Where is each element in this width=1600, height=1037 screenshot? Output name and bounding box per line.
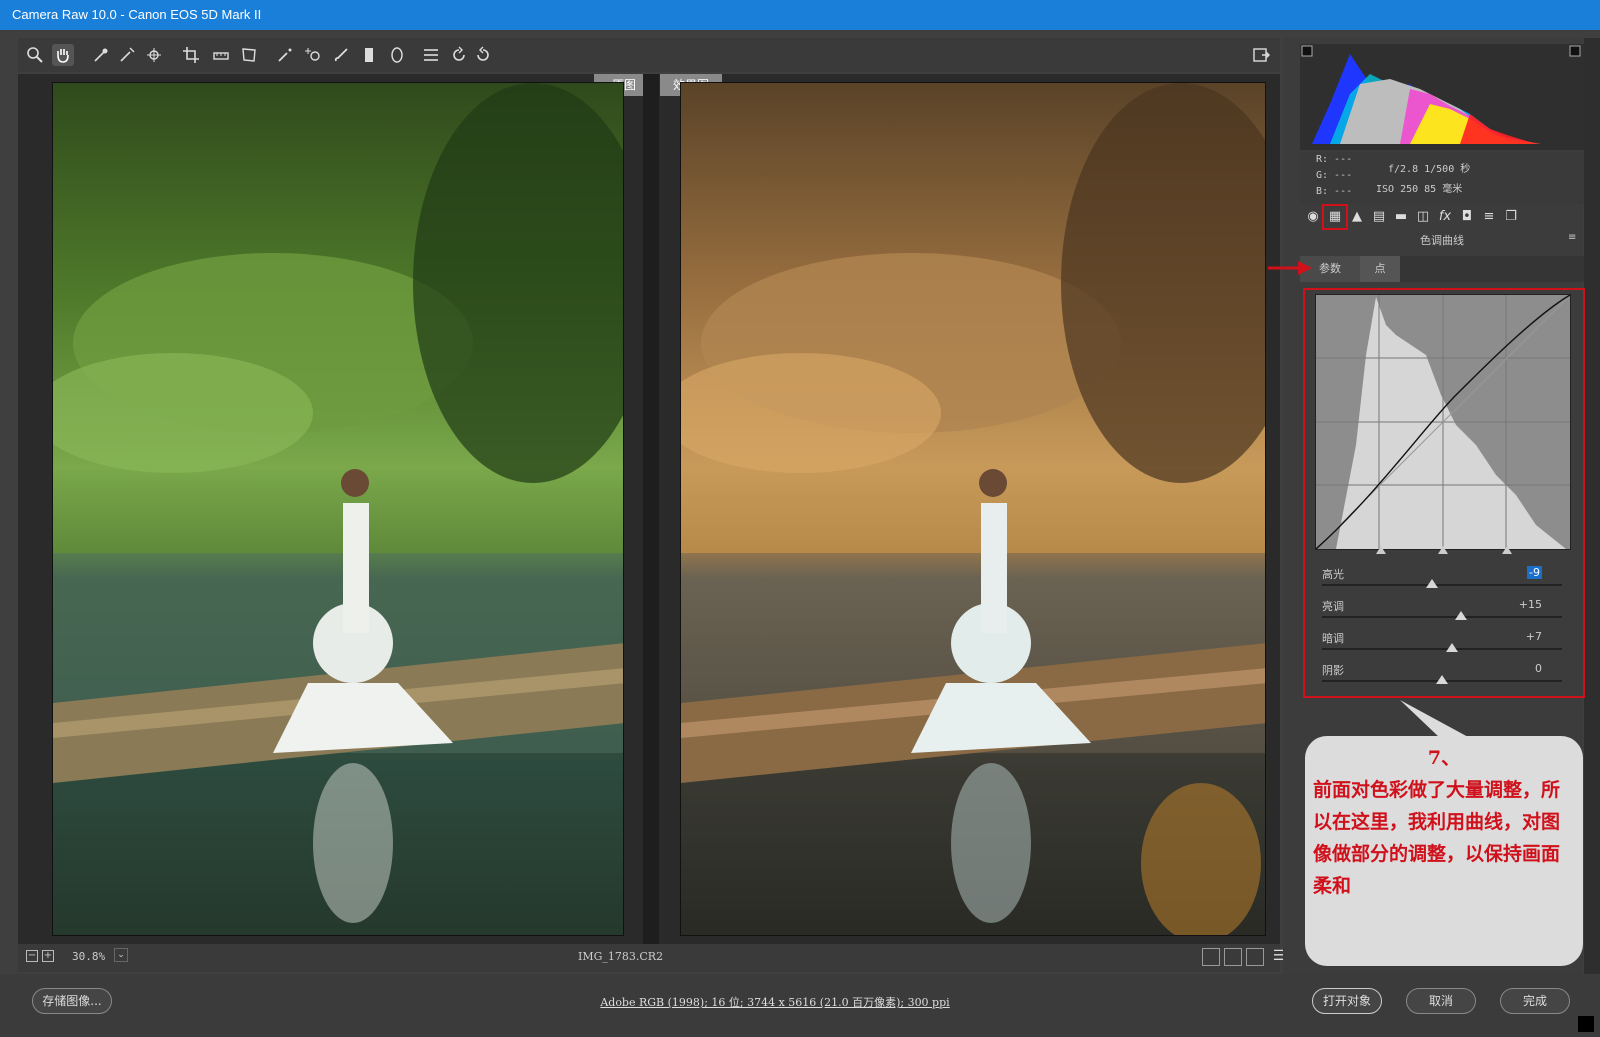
workflow-options-link[interactable]: Adobe RGB (1998); 16 位; 3744 x 5616 (21.… — [400, 994, 1150, 1010]
readout-g: G: --- — [1316, 170, 1353, 181]
camera-readout: R: --- G: --- B: --- f/2.8 1/500 秒 ISO 2… — [1300, 152, 1584, 204]
save-image-button[interactable]: 存储图像... — [32, 988, 112, 1014]
cancel-button[interactable]: 取消 — [1406, 988, 1476, 1014]
fullscreen-toggle-icon[interactable] — [1250, 44, 1272, 66]
rotate-left-icon[interactable] — [448, 44, 470, 66]
tab-point[interactable]: 点 — [1360, 256, 1400, 282]
basic-panel-icon[interactable]: ◉ — [1304, 208, 1322, 226]
exposure-info: f/2.8 1/500 秒 — [1388, 164, 1471, 175]
slider-track[interactable] — [1322, 648, 1562, 650]
slider-label: 阴影 — [1322, 664, 1344, 677]
slider-label: 高光 — [1322, 568, 1344, 581]
readout-r: R: --- — [1316, 154, 1353, 165]
view-mode-icon[interactable] — [1202, 948, 1220, 966]
preview-status-row: − + 30.8% ⌄ IMG_1783.CR2 ☰ — [18, 944, 1285, 972]
preview-divider — [643, 74, 659, 944]
crop-tool-icon[interactable] — [180, 44, 202, 66]
zoom-level[interactable]: 30.8% — [72, 950, 105, 963]
resize-grip-icon[interactable] — [1578, 1016, 1594, 1032]
annotation-note: 7、 前面对色彩做了大量调整，所以在这里，我利用曲线，对图像做部分的调整，以保持… — [1305, 736, 1583, 966]
zoom-tool-icon[interactable] — [24, 44, 46, 66]
zoom-dropdown-icon[interactable]: ⌄ — [114, 948, 128, 962]
spot-removal-icon[interactable] — [274, 44, 296, 66]
graduated-filter-icon[interactable] — [358, 44, 380, 66]
slider-track[interactable] — [1322, 616, 1562, 618]
slider-label: 亮调 — [1322, 600, 1344, 613]
slider-track[interactable] — [1322, 584, 1562, 586]
presets-list-icon[interactable] — [420, 44, 442, 66]
straighten-tool-icon[interactable] — [210, 44, 232, 66]
slider-label: 暗调 — [1322, 632, 1344, 645]
file-name: IMG_1783.CR2 — [578, 950, 664, 963]
panel-scrollbar[interactable] — [1584, 38, 1600, 974]
slider-highlights[interactable]: 高光 -9 — [1322, 566, 1562, 596]
before-image — [52, 82, 624, 936]
bottom-bar: 存储图像... Adobe RGB (1998); 16 位; 3744 x 5… — [0, 974, 1600, 1037]
histogram — [1300, 44, 1584, 150]
slider-darks[interactable]: 暗调 +7 — [1322, 630, 1562, 660]
rotate-right-icon[interactable] — [472, 44, 494, 66]
hsl-panel-icon[interactable]: ▤ — [1370, 208, 1388, 226]
snapshots-panel-icon[interactable]: ❐ — [1502, 208, 1520, 226]
zoom-out-icon[interactable]: − — [26, 950, 38, 962]
color-sampler-icon[interactable] — [116, 44, 138, 66]
slider-thumb[interactable] — [1445, 643, 1458, 652]
targeted-adjust-icon[interactable] — [144, 44, 166, 66]
curve-subtabs: 参数 点 — [1300, 256, 1584, 282]
done-button[interactable]: 完成 — [1500, 988, 1570, 1014]
panel-icons-row: ◉ ▦ ▲ ▤ ▬ ◫ fx ◘ ≡ ❐ — [1300, 204, 1584, 230]
window-title: Camera Raw 10.0 - Canon EOS 5D Mark II — [0, 0, 1600, 30]
copy-settings-icon[interactable] — [1246, 948, 1264, 966]
slider-thumb[interactable] — [1426, 579, 1439, 588]
detail-panel-icon[interactable]: ▲ — [1348, 208, 1366, 226]
slider-value[interactable]: 0 — [1535, 662, 1542, 675]
open-object-button[interactable]: 打开对象 — [1312, 988, 1382, 1014]
iso-info: ISO 250 85 毫米 — [1376, 184, 1463, 195]
split-handle-3[interactable] — [1502, 546, 1512, 554]
effects-panel-icon[interactable]: fx — [1436, 208, 1454, 226]
tone-curve-panel-icon[interactable]: ▦ — [1322, 204, 1348, 230]
slider-shadows[interactable]: 阴影 0 — [1322, 662, 1562, 692]
slider-value[interactable]: +15 — [1519, 598, 1542, 611]
toolbar — [18, 38, 1280, 72]
transform-tool-icon[interactable] — [238, 44, 260, 66]
readout-b: B: --- — [1316, 186, 1353, 197]
slider-thumb[interactable] — [1455, 611, 1468, 620]
slider-lights[interactable]: 亮调 +15 — [1322, 598, 1562, 628]
swap-settings-icon[interactable] — [1224, 948, 1242, 966]
radial-filter-icon[interactable] — [386, 44, 408, 66]
adjustment-brush-icon[interactable] — [330, 44, 352, 66]
slider-value[interactable]: -9 — [1527, 566, 1542, 579]
annotation-number: 7、 — [1427, 747, 1461, 769]
after-image — [680, 82, 1266, 936]
slider-thumb[interactable] — [1436, 675, 1448, 684]
panel-menu-icon[interactable]: ≡ — [1568, 232, 1576, 243]
split-handle-2[interactable] — [1438, 546, 1448, 554]
calibration-panel-icon[interactable]: ◘ — [1458, 208, 1476, 226]
lens-panel-icon[interactable]: ◫ — [1414, 208, 1432, 226]
annotation-text: 前面对色彩做了大量调整，所以在这里，我利用曲线，对图像做部分的调整，以保持画面柔… — [1313, 779, 1561, 897]
zoom-in-icon[interactable]: + — [42, 950, 54, 962]
white-balance-icon[interactable] — [90, 44, 112, 66]
red-arrow-icon — [1268, 260, 1312, 280]
presets-panel-icon[interactable]: ≡ — [1480, 208, 1498, 226]
red-eye-icon[interactable] — [302, 44, 324, 66]
split-handle-1[interactable] — [1376, 546, 1386, 554]
panel-title: 色调曲线 — [1420, 234, 1464, 247]
callout-pointer — [1400, 700, 1470, 738]
hand-tool-icon[interactable] — [52, 44, 74, 66]
split-toning-panel-icon[interactable]: ▬ — [1392, 208, 1410, 226]
slider-value[interactable]: +7 — [1526, 630, 1542, 643]
tone-curve-graph[interactable] — [1315, 294, 1571, 550]
